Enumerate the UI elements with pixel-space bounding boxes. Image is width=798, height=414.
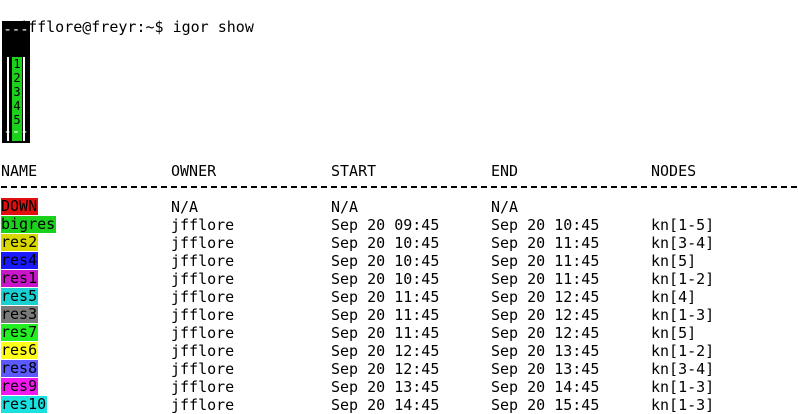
terminal-prompt-line: jfflore@freyr:~$ igor show — [1, 0, 254, 36]
cell-nodes: kn[1-3] — [651, 396, 715, 414]
cell-start: Sep 20 14:45 — [331, 396, 440, 414]
cell-name: res3 — [1, 305, 39, 323]
node-map: --- 1 2 3 4 5 --- — [2, 21, 30, 143]
cell-owner: jfflore — [171, 270, 235, 288]
cell-nodes: kn[3-4] — [651, 234, 715, 252]
cell-owner: N/A — [171, 198, 199, 216]
cell-start: N/A — [331, 198, 359, 216]
cell-start: Sep 20 10:45 — [331, 270, 440, 288]
cell-nodes: kn[1-5] — [651, 216, 715, 234]
cell-nodes: kn[3-4] — [651, 360, 715, 378]
cell-owner: jfflore — [171, 360, 235, 378]
cell-owner: jfflore — [171, 234, 235, 252]
cell-owner: jfflore — [171, 342, 235, 360]
cell-end: Sep 20 12:45 — [491, 306, 600, 324]
cell-end: Sep 20 15:45 — [491, 396, 600, 414]
node-cell: 4 — [13, 99, 21, 113]
cell-start: Sep 20 12:45 — [331, 342, 440, 360]
cell-nodes: kn[1-3] — [651, 306, 715, 324]
cell-start: Sep 20 11:45 — [331, 288, 440, 306]
cell-nodes: kn[1-3] — [651, 378, 715, 396]
cell-name: res2 — [1, 233, 39, 251]
node-map-top-border: --- — [3, 22, 29, 38]
cell-name: res1 — [1, 269, 39, 287]
cell-start: Sep 20 12:45 — [331, 360, 440, 378]
cell-name: res4 — [1, 251, 39, 269]
cell-nodes: kn[1-2] — [651, 342, 715, 360]
cell-owner: jfflore — [171, 378, 235, 396]
cell-start: Sep 20 10:45 — [331, 234, 440, 252]
cell-owner: jfflore — [171, 252, 235, 270]
cell-nodes: kn[1-2] — [651, 270, 715, 288]
cell-name: res6 — [1, 341, 39, 359]
command: igor show — [172, 18, 254, 36]
cell-name: res8 — [1, 359, 39, 377]
cell-owner: jfflore — [171, 324, 235, 342]
cell-nodes: kn[5] — [651, 252, 697, 270]
cell-name: res5 — [1, 287, 39, 305]
cell-end: Sep 20 12:45 — [491, 324, 600, 342]
header-nodes: NODES — [651, 162, 697, 180]
cell-name: res10 — [1, 395, 48, 413]
cell-end: Sep 20 11:45 — [491, 270, 600, 288]
header-start: START — [331, 162, 377, 180]
cell-owner: jfflore — [171, 216, 235, 234]
cell-end: Sep 20 11:45 — [491, 252, 600, 270]
cell-start: Sep 20 10:45 — [331, 252, 440, 270]
cell-owner: jfflore — [171, 306, 235, 324]
cell-start: Sep 20 11:45 — [331, 324, 440, 342]
cell-nodes: kn[4] — [651, 288, 697, 306]
header-separator — [1, 186, 797, 188]
header-owner: OWNER — [171, 162, 217, 180]
cell-start: Sep 20 13:45 — [331, 378, 440, 396]
cell-end: Sep 20 13:45 — [491, 342, 600, 360]
cell-start: Sep 20 09:45 — [331, 216, 440, 234]
cell-name: bigres — [1, 215, 57, 233]
cell-name: DOWN — [1, 197, 39, 215]
header-end: END — [491, 162, 519, 180]
cell-end: N/A — [491, 198, 519, 216]
cell-owner: jfflore — [171, 396, 235, 414]
cell-end: Sep 20 14:45 — [491, 378, 600, 396]
cell-nodes: kn[5] — [651, 324, 697, 342]
cell-end: Sep 20 13:45 — [491, 360, 600, 378]
node-map-bottom-border: --- — [3, 124, 29, 140]
cell-start: Sep 20 11:45 — [331, 306, 440, 324]
cell-end: Sep 20 12:45 — [491, 288, 600, 306]
header-name: NAME — [1, 162, 38, 180]
cell-end: Sep 20 10:45 — [491, 216, 600, 234]
cell-end: Sep 20 11:45 — [491, 234, 600, 252]
node-cell: 2 — [13, 71, 21, 85]
node-cell: 1 — [13, 57, 21, 71]
cell-name: res7 — [1, 323, 39, 341]
cell-owner: jfflore — [171, 288, 235, 306]
prompt: jfflore@freyr:~$ — [19, 18, 164, 36]
cell-name: res9 — [1, 377, 39, 395]
node-cell: 3 — [13, 85, 21, 99]
